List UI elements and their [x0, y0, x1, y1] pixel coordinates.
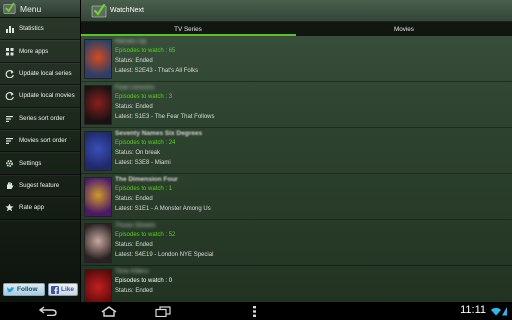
system-navigation-bar: 11:11: [0, 302, 512, 320]
episodes-to-watch: Episodes to watch : 65: [115, 48, 176, 54]
series-row[interactable]: Heroes Up Episodes to watch : 65 Status: E…: [80, 36, 512, 82]
menu-item-movies-sort-order[interactable]: Movies sort order: [0, 130, 80, 153]
grid-icon: [5, 47, 14, 56]
menu-item-label: Sugest feature: [19, 181, 60, 189]
status-clock: 11:11: [460, 304, 486, 316]
drawer-header[interactable]: Menu: [0, 0, 80, 18]
latest-episode: Latest: S3E8 - Miami: [115, 160, 171, 166]
facebook-like-button[interactable]: Like: [48, 283, 78, 296]
star-icon: [5, 203, 14, 212]
follow-label: Follow: [17, 286, 38, 293]
drawer-menu: Statistics More apps Update local series Up…: [0, 18, 80, 220]
tab-movies-label: Movies: [394, 25, 414, 33]
latest-episode: Latest: S1E3 - The Fear That Follows: [115, 114, 215, 120]
gear-icon: [5, 159, 14, 168]
tab-bar: TV Series Movies: [80, 22, 512, 36]
twitter-follow-button[interactable]: Follow: [3, 283, 45, 296]
menu-item-label: Movies sort order: [19, 137, 67, 145]
navigation-drawer: Menu Statistics More apps Update local ser…: [0, 0, 81, 302]
app-title: WatchNext: [110, 7, 144, 14]
series-row[interactable]: Seventy Names Six Degrees Episodes to wat…: [80, 128, 512, 174]
menu-item-label: Update local series: [19, 69, 72, 77]
recent-apps-icon: [155, 305, 171, 317]
series-info: Fear Lessons Episodes to watch : 3 Status:…: [115, 82, 215, 124]
series-info: Heroes Up Episodes to watch : 65 Status: E…: [115, 36, 198, 78]
facebook-icon: [51, 285, 59, 294]
sort-icon: [5, 114, 14, 123]
series-status: Status: Ended: [115, 242, 153, 248]
episodes-to-watch: Episodes to watch : 3: [115, 94, 173, 100]
episodes-to-watch: Episodes to watch : 24: [115, 140, 176, 146]
series-poster: [84, 177, 112, 217]
series-status: Status: Ended: [115, 288, 153, 294]
menu-item-sugest-feature[interactable]: Sugest feature: [0, 175, 80, 198]
tab-tv-series[interactable]: TV Series: [80, 22, 296, 36]
menu-item-label: Series sort order: [19, 114, 65, 122]
menu-item-label: Rate app: [19, 204, 45, 212]
menu-item-more-apps[interactable]: More apps: [0, 40, 80, 63]
app-logo-icon: [3, 2, 16, 14]
series-row[interactable]: Fear Lessons Episodes to watch : 3 Status:…: [80, 82, 512, 128]
twitter-bird-icon: [6, 286, 15, 292]
latest-episode: Latest: S4E19 - London NYE Special: [115, 252, 214, 258]
series-title: Those Streets: [115, 222, 156, 229]
menu-item-rate-app[interactable]: Rate app: [0, 197, 80, 220]
series-info: Those Streets Episodes to watch : 52 Statu…: [115, 220, 213, 262]
main-panel: WatchNext TV Series Movies Heroes Up Epis…: [80, 0, 512, 312]
menu-overflow-button[interactable]: [247, 305, 261, 317]
series-title: The Dimension Four: [115, 176, 178, 183]
series-list: Heroes Up Episodes to watch : 65 Status: E…: [80, 36, 512, 312]
episodes-to-watch: Episodes to watch : 0: [115, 278, 173, 284]
back-icon: [38, 306, 57, 316]
series-poster: [84, 223, 112, 263]
menu-item-label: Statistics: [19, 25, 44, 33]
hand-icon: [5, 181, 14, 190]
series-info: Seventy Names Six Degrees Episodes to wat…: [115, 128, 202, 170]
home-button[interactable]: [98, 305, 120, 317]
drawer-title: Menu: [20, 3, 42, 14]
app-logo-icon[interactable]: [91, 3, 107, 19]
refresh-icon: [5, 69, 14, 78]
social-buttons: Follow Like: [3, 283, 78, 296]
series-row[interactable]: The Dimension Four Episodes to watch : 1 S…: [80, 174, 512, 220]
series-title: Heroes Up: [115, 38, 147, 45]
menu-item-label: Settings: [19, 159, 42, 167]
episodes-to-watch: Episodes to watch : 1: [115, 186, 173, 192]
series-poster: [84, 85, 112, 125]
series-poster: [84, 131, 112, 171]
back-button[interactable]: [37, 305, 59, 317]
tab-tv-series-label: TV Series: [174, 25, 202, 33]
latest-episode: Latest: S2E43 - That's All Folks: [115, 68, 199, 74]
wifi-signal-icon: [491, 307, 507, 316]
overflow-icon: [252, 305, 256, 317]
series-title: Seventy Names Six Degrees: [115, 130, 203, 137]
tab-movies[interactable]: Movies: [296, 22, 512, 36]
menu-item-update-local-movies[interactable]: Update local movies: [0, 85, 80, 108]
menu-item-label: More apps: [19, 47, 49, 55]
menu-item-statistics[interactable]: Statistics: [0, 18, 80, 41]
latest-episode: Latest: S1E1 - A Monster Among Us: [115, 206, 211, 212]
series-title: Fear Lessons: [115, 84, 155, 91]
series-status: Status: On break: [115, 150, 161, 156]
series-status: Status: Ended: [115, 196, 153, 202]
series-poster: [84, 39, 112, 79]
series-title: Time Killers: [115, 268, 149, 275]
menu-item-update-local-series[interactable]: Update local series: [0, 63, 80, 86]
refresh-icon: [5, 91, 14, 101]
menu-item-label: Update local movies: [19, 92, 75, 100]
series-status: Status: Ended: [115, 58, 153, 64]
menu-item-series-sort-order[interactable]: Series sort order: [0, 108, 80, 130]
menu-item-settings[interactable]: Settings: [0, 152, 80, 175]
episodes-to-watch: Episodes to watch : 52: [115, 232, 176, 238]
bar-chart-icon: [5, 24, 14, 34]
action-bar: WatchNext: [80, 0, 512, 22]
series-row[interactable]: Those Streets Episodes to watch : 52 Statu…: [80, 220, 512, 266]
recent-apps-button[interactable]: [152, 305, 174, 317]
series-status: Status: Ended: [115, 104, 153, 110]
home-icon: [101, 305, 117, 317]
like-label: Like: [61, 286, 75, 293]
series-info: The Dimension Four Episodes to watch : 1 S…: [115, 174, 211, 216]
sort-icon: [5, 136, 14, 145]
